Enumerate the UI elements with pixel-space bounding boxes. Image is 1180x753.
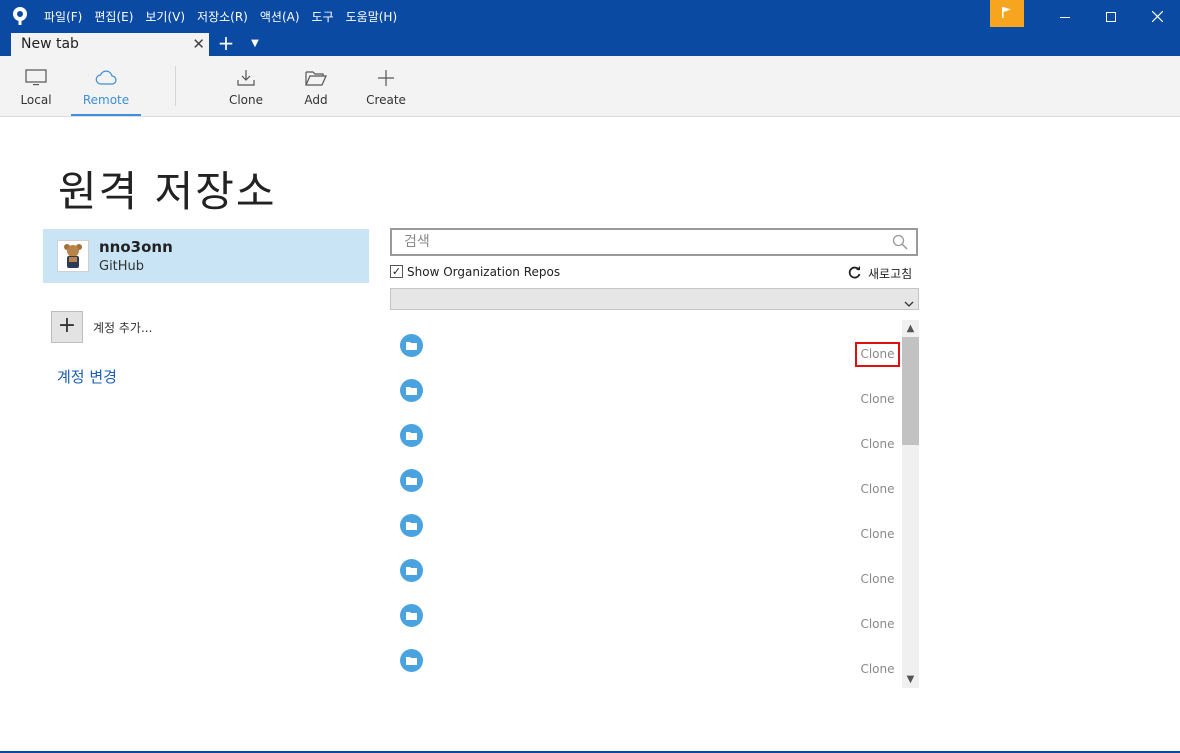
cloud-icon [71,56,141,92]
minimize-button[interactable] [1042,0,1088,32]
refresh-icon [848,265,861,282]
list-item: Clone [390,545,902,590]
folder-icon [400,424,423,447]
show-org-repos-label[interactable]: Show Organization Repos [407,265,560,279]
toolbar-local-label: Local [20,93,52,107]
folder-icon [400,469,423,492]
toolbar-add-label: Add [304,93,328,107]
page-title: 원격 저장소 [58,167,277,216]
close-window-button[interactable] [1134,0,1180,32]
toolbar-local-button[interactable]: Local [14,56,58,116]
clone-button[interactable]: Clone [855,612,900,637]
maximize-button[interactable] [1088,0,1134,32]
tab-title: New tab [21,36,79,52]
tab-close-icon[interactable]: ✕ [192,33,205,56]
clone-button[interactable]: Clone [855,342,900,367]
scroll-up-icon[interactable]: ▲ [902,320,919,337]
menu-file[interactable]: 파일(F) [44,8,82,25]
account-name: nno3onn [99,238,173,256]
new-tab-button[interactable]: + [214,32,238,56]
folder-icon [400,379,423,402]
maximize-icon [1106,7,1116,26]
toolbar-create-label: Create [366,93,406,107]
scrollbar-thumb[interactable] [902,337,919,445]
monitor-icon [14,56,58,92]
toolbar-remote-button[interactable]: Remote [71,56,141,116]
clone-button[interactable]: Clone [855,567,900,592]
list-item: Clone [390,500,902,545]
list-item: Clone [390,365,902,410]
menu-repository[interactable]: 저장소(R) [197,8,248,25]
menu-bar: 파일(F) 편집(E) 보기(V) 저장소(R) 액션(A) 도구 도움말(H) [44,0,409,32]
show-org-repos-checkbox[interactable]: ✓ [390,265,403,278]
folder-open-icon [296,56,336,92]
tab-menu-chevron-icon[interactable]: ▼ [246,32,264,56]
account-host: GitHub [99,259,145,274]
flag-button[interactable] [990,0,1024,27]
search-icon [892,234,908,254]
toolbar: Local Remote Clone Add Create [0,56,1180,117]
repo-list: Clone Clone Clone Clone Clone Clone Clon… [390,320,902,688]
list-item: Clone [390,410,902,455]
refresh-label: 새로고침 [868,267,913,281]
folder-icon [400,334,423,357]
account-card[interactable]: nno3onn GitHub [43,229,369,283]
toolbar-create-button[interactable]: Create [364,56,408,116]
menu-actions[interactable]: 액션(A) [260,8,300,25]
search-box [390,228,918,256]
add-account-label[interactable]: 계정 추가... [93,319,152,336]
menu-tools[interactable]: 도구 [312,8,334,25]
folder-icon [400,604,423,627]
list-item: Clone [390,455,902,500]
list-item: Clone [390,635,902,680]
clone-button[interactable]: Clone [855,477,900,502]
download-icon [225,56,267,92]
plus-icon [364,56,408,92]
flag-icon [1001,4,1013,23]
menu-help[interactable]: 도움말(H) [346,8,398,25]
list-item: Clone [390,590,902,635]
folder-icon [400,559,423,582]
list-item: Clone [390,320,902,367]
change-account-link[interactable]: 계정 변경 [57,366,117,387]
toolbar-clone-button[interactable]: Clone [225,56,267,116]
folder-icon [400,649,423,672]
repo-filter-select[interactable] [390,288,919,310]
sourcetree-logo-icon [10,6,30,26]
search-input[interactable] [392,230,872,254]
minimize-icon [1060,7,1070,26]
toolbar-remote-label: Remote [82,93,130,107]
toolbar-separator [175,66,176,106]
refresh-button[interactable]: 새로고침 [848,265,912,282]
menu-edit[interactable]: 편집(E) [94,8,133,25]
tab-strip: New tab ✕ + ▼ [0,32,1180,56]
tab-new-tab[interactable]: New tab ✕ [11,33,209,56]
scroll-down-icon[interactable]: ▼ [902,671,919,688]
add-account-button[interactable]: + [51,311,83,343]
clone-button[interactable]: Clone [855,387,900,412]
menu-view[interactable]: 보기(V) [145,8,185,25]
close-icon [1151,7,1163,26]
clone-button[interactable]: Clone [855,657,900,682]
title-bar: 파일(F) 편집(E) 보기(V) 저장소(R) 액션(A) 도구 도움말(H) [0,0,1180,32]
chevron-down-icon [904,294,914,313]
avatar [57,240,89,272]
clone-button[interactable]: Clone [855,432,900,457]
clone-button[interactable]: Clone [855,522,900,547]
repo-list-scrollbar[interactable]: ▲ ▼ [902,320,919,688]
toolbar-clone-label: Clone [228,93,264,107]
folder-icon [400,514,423,537]
toolbar-add-button[interactable]: Add [296,56,336,116]
